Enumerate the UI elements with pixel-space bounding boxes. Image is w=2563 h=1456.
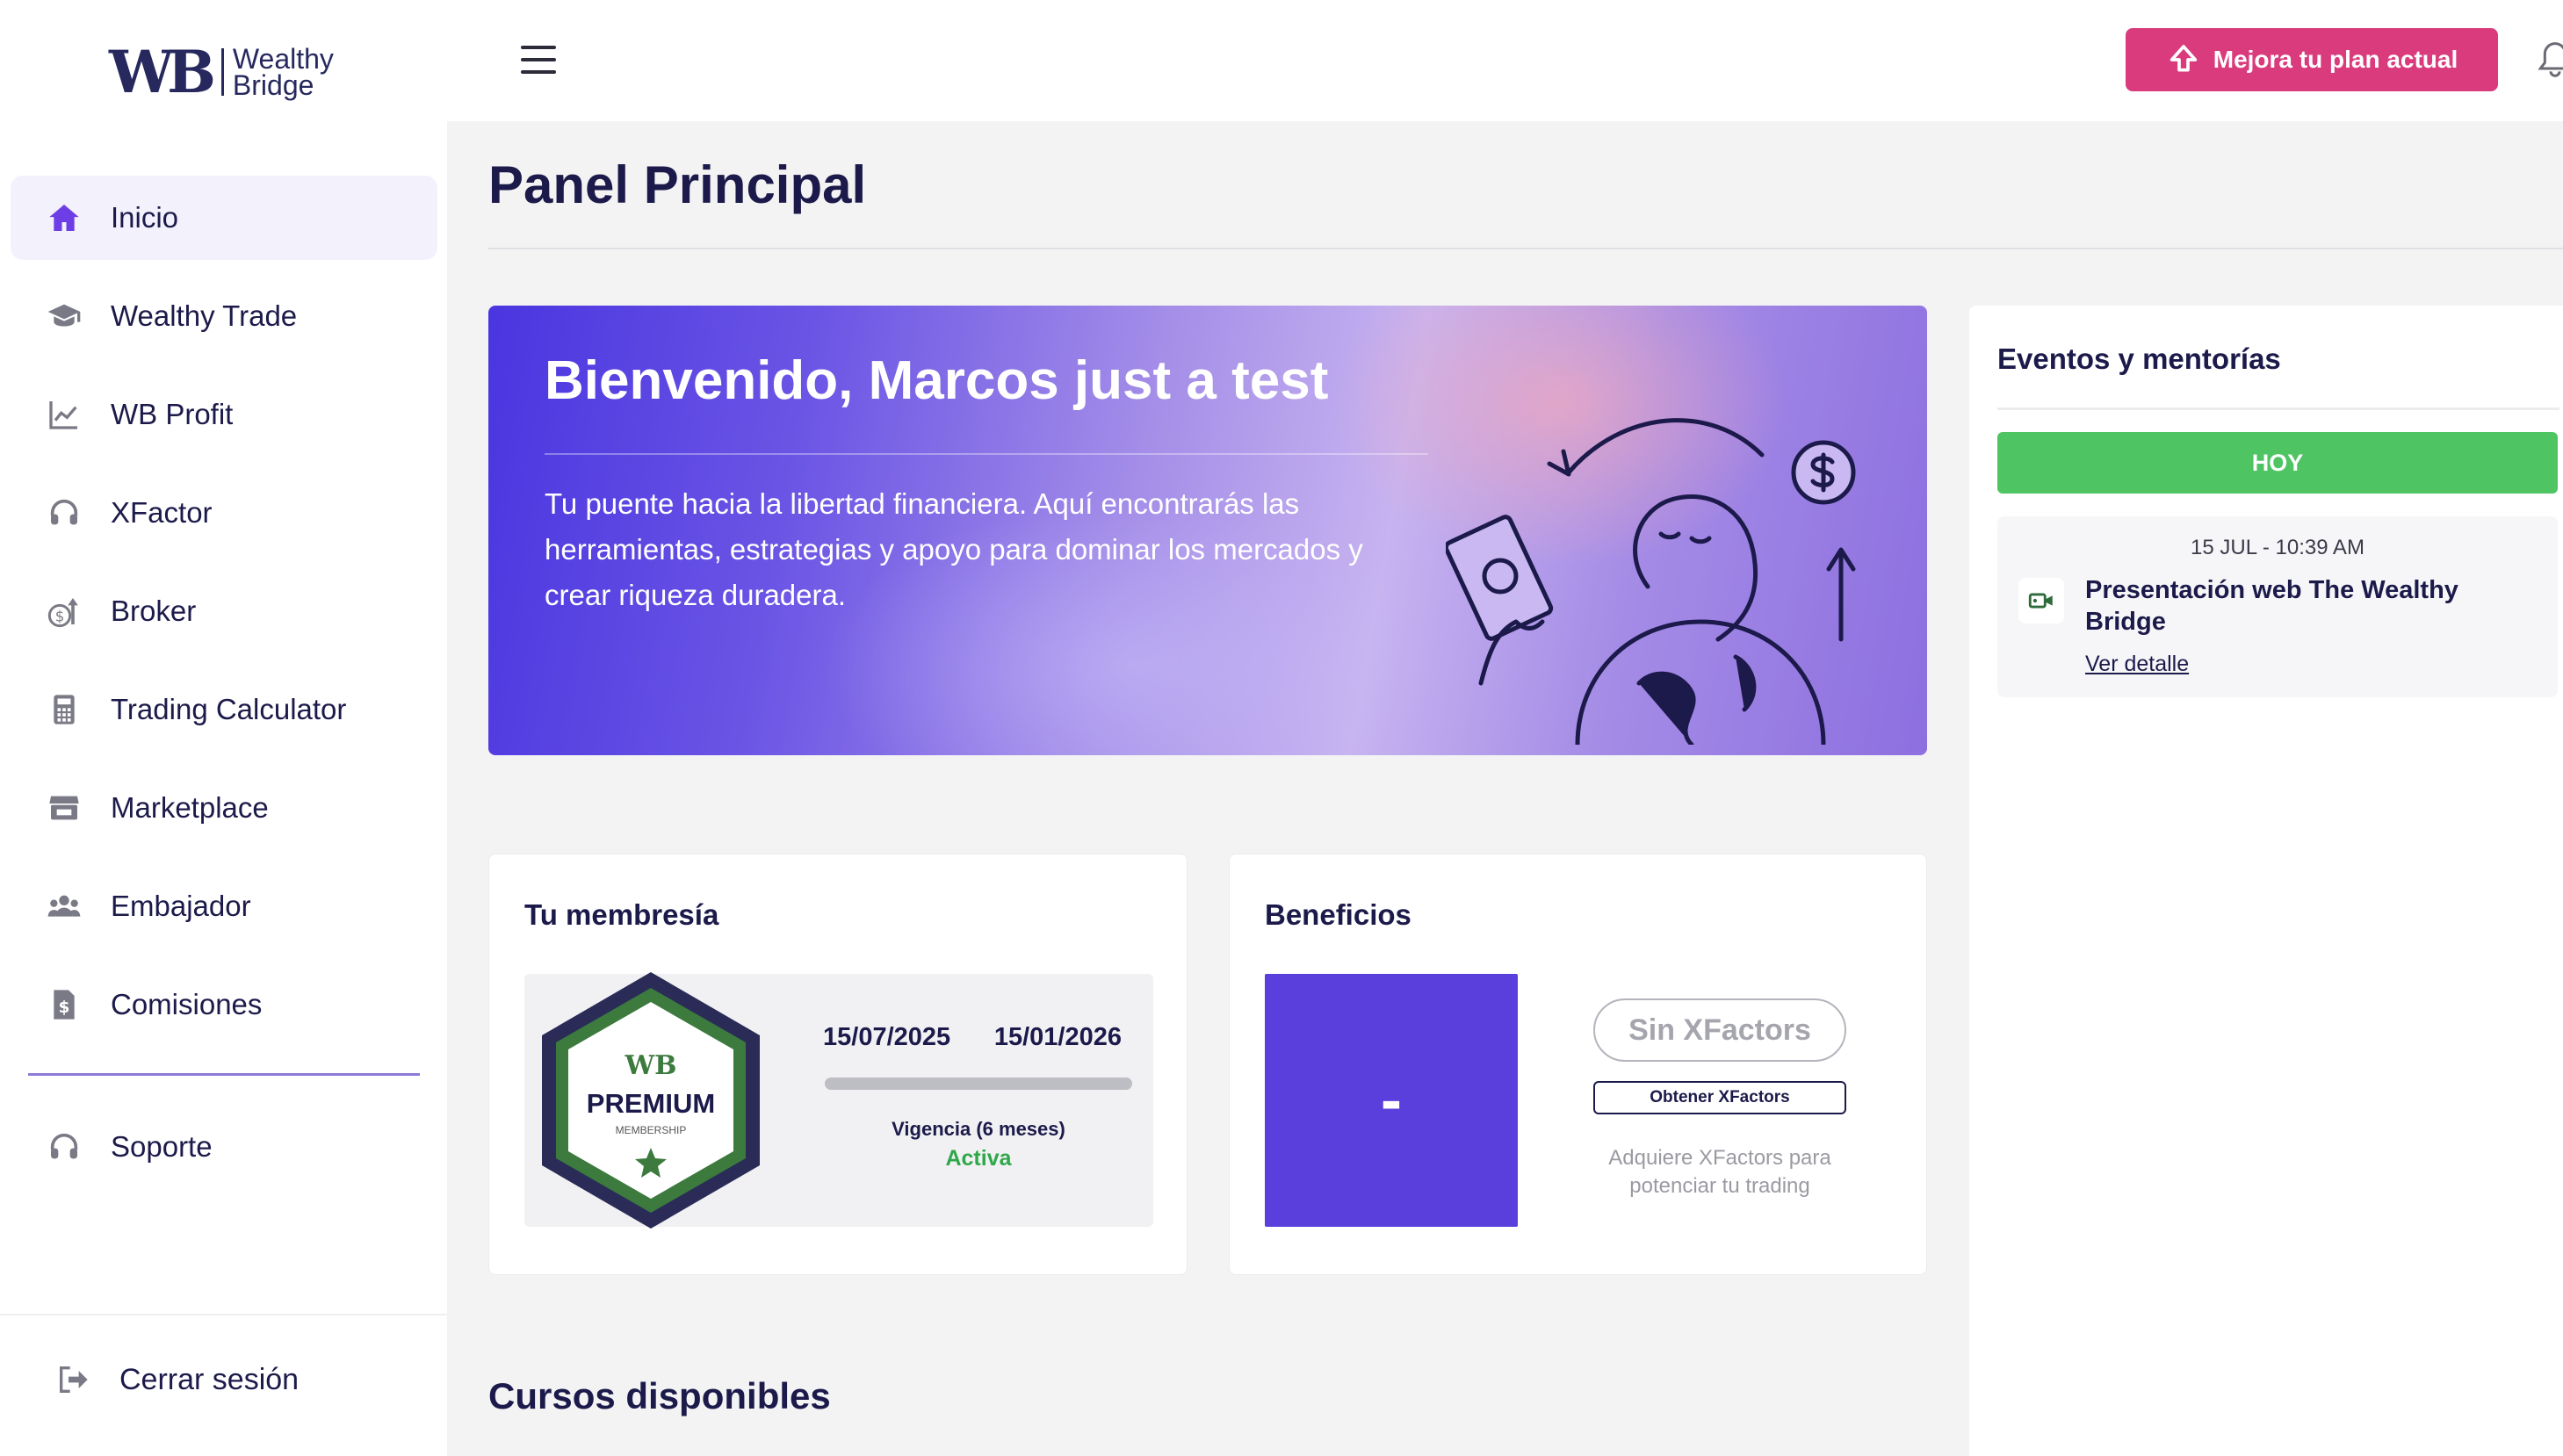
sidebar-item-inicio[interactable]: Inicio	[11, 176, 437, 260]
menu-toggle-button[interactable]	[521, 46, 556, 74]
graduation-cap-icon	[46, 298, 83, 335]
sidebar-item-label: WB Profit	[111, 398, 234, 430]
page-title: Panel Principal	[488, 155, 867, 214]
sidebar-item-label: Wealthy Trade	[111, 299, 298, 332]
users-icon	[46, 888, 83, 925]
membership-details: WB PREMIUM MEMBERSHIP 15/07/2025 15/01/2…	[524, 972, 1153, 1229]
membership-progress-fill	[825, 1078, 1132, 1090]
membership-validity: Vigencia (6 meses)	[892, 1118, 1065, 1140]
sidebar-item-label: XFactor	[111, 496, 213, 529]
upgrade-plan-button[interactable]: Mejora tu plan actual	[2126, 28, 2498, 91]
event-date: 15 JUL - 10:39 AM	[2191, 536, 2364, 559]
membership-end-date: 15/01/2026	[993, 1023, 1122, 1051]
sidebar-item-label: Comisiones	[111, 988, 263, 1020]
sidebar-nav: Inicio Wealthy Trade WB Profit XFactor $…	[11, 176, 437, 1061]
badge-label: PREMIUM	[587, 1088, 715, 1119]
sidebar-item-wealthy-trade[interactable]: Wealthy Trade	[11, 274, 437, 358]
sidebar-item-label: Embajador	[111, 890, 251, 922]
premium-badge-icon: WB PREMIUM MEMBERSHIP	[542, 972, 760, 1229]
welcome-divider	[545, 453, 1428, 455]
sidebar-item-soporte[interactable]: Soporte	[11, 1105, 437, 1189]
badge-sublabel: MEMBERSHIP	[616, 1124, 687, 1136]
membership-title: Tu membresía	[524, 898, 719, 931]
sidebar-item-marketplace[interactable]: Marketplace	[11, 766, 437, 850]
upload-arrow-icon	[2170, 45, 2197, 72]
benefits-tile: -	[1265, 974, 1518, 1227]
sidebar-item-label: Inicio	[111, 201, 179, 234]
event-name: Presentación web The Wealthy Bridge	[2085, 576, 2458, 636]
event-card[interactable]: 15 JUL - 10:39 AM Presentación web The W…	[1997, 516, 2558, 697]
video-camera-icon	[2018, 578, 2064, 623]
courses-section-title: Cursos disponibles	[488, 1375, 831, 1416]
hamburger-icon	[521, 46, 556, 49]
xfactors-status-pill: Sin XFactors	[1593, 998, 1846, 1062]
logo-line-1: Wealthy	[232, 43, 334, 75]
membership-status: Activa	[945, 1146, 1012, 1171]
sidebar-item-label: Marketplace	[111, 791, 269, 824]
sidebar-item-trading-calculator[interactable]: Trading Calculator	[11, 667, 437, 752]
benefits-title: Beneficios	[1265, 898, 1411, 931]
logout-icon	[54, 1361, 91, 1398]
sidebar-item-xfactor[interactable]: XFactor	[11, 471, 437, 555]
sidebar-item-comisiones[interactable]: $ Comisiones	[11, 962, 437, 1047]
benefits-description: Adquiere XFactors para potenciar tu trad…	[1608, 1146, 1831, 1198]
calculator-icon	[46, 691, 83, 728]
sidebar-item-label: Trading Calculator	[111, 693, 347, 725]
bell-icon[interactable]	[2538, 39, 2563, 81]
line-chart-icon	[46, 396, 83, 433]
svg-text:$: $	[55, 609, 65, 625]
top-bar: Mejora tu plan actual	[447, 0, 2563, 121]
event-detail-link[interactable]: Ver detalle	[2085, 652, 2189, 677]
upgrade-plan-label: Mejora tu plan actual	[2213, 46, 2458, 73]
badge-brand: WB	[624, 1050, 676, 1081]
sidebar-divider	[28, 1073, 420, 1076]
logo-line-2: Bridge	[232, 69, 314, 101]
sidebar-support-section: Soporte	[11, 1105, 437, 1203]
sidebar-item-wb-profit[interactable]: WB Profit	[11, 372, 437, 457]
welcome-banner: Bienvenido, Marcos just a test Tu puente…	[488, 306, 1927, 755]
membership-start-date: 15/07/2025	[823, 1023, 951, 1051]
sidebar-footer-divider	[0, 1314, 447, 1315]
home-icon	[46, 199, 83, 236]
welcome-text: Tu puente hacia la libertad financiera. …	[545, 487, 1363, 611]
today-label: HOY	[1997, 432, 2558, 494]
headset-icon	[46, 1128, 83, 1165]
membership-card: Tu membresía WB PREMIUM MEMBERSHIP 15/07…	[488, 854, 1188, 1275]
headset-icon	[46, 494, 83, 531]
membership-dates: 15/07/2025 15/01/2026	[823, 1023, 1122, 1052]
sidebar: WB Wealthy Bridge Inicio Wealthy Trade W…	[0, 0, 447, 1456]
money-growth-illustration-icon	[1446, 418, 1856, 745]
title-divider	[488, 248, 2563, 249]
logo-separator	[220, 48, 224, 96]
get-xfactors-button[interactable]: Obtener XFactors	[1593, 1081, 1846, 1114]
events-panel: Eventos y mentorías HOY 15 JUL - 10:39 A…	[1969, 306, 2563, 1456]
dollar-file-icon: $	[46, 986, 83, 1023]
sidebar-item-label: Soporte	[111, 1130, 213, 1163]
svg-text:$: $	[59, 998, 70, 1017]
logo-mark: WB	[109, 38, 216, 106]
sidebar-item-embajador[interactable]: Embajador	[11, 864, 437, 948]
membership-progress-bar	[825, 1078, 1132, 1090]
events-divider	[1997, 407, 2559, 410]
sidebar-item-label: Broker	[111, 595, 197, 627]
welcome-title: Bienvenido, Marcos just a test	[545, 350, 1329, 411]
benefits-card: Beneficios - Sin XFactors Obtener XFacto…	[1229, 854, 1927, 1275]
events-title: Eventos y mentorías	[1997, 342, 2281, 375]
brand-logo[interactable]: WB Wealthy Bridge	[109, 38, 334, 106]
logo-text: Wealthy Bridge	[232, 43, 334, 101]
logout-button[interactable]: Cerrar sesión	[54, 1361, 299, 1398]
store-icon	[46, 789, 83, 826]
dollar-growth-icon: $	[46, 593, 83, 630]
sidebar-item-broker[interactable]: $ Broker	[11, 569, 437, 653]
logout-label: Cerrar sesión	[119, 1362, 300, 1396]
